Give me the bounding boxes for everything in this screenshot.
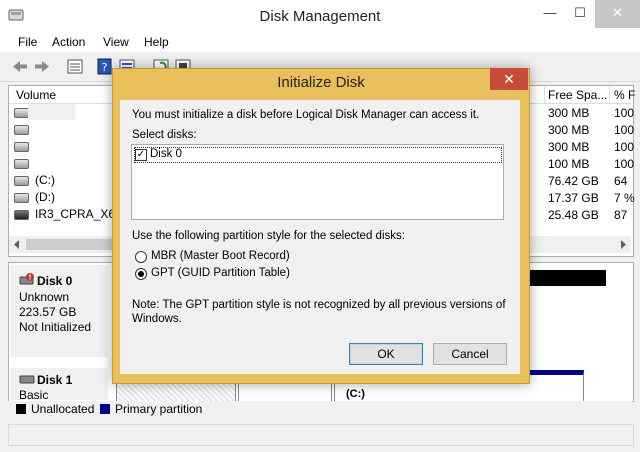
volume-icon [14, 175, 29, 186]
gpt-radio-selected-dot [138, 271, 144, 277]
column-percent-free[interactable]: % F [614, 88, 635, 102]
legend-unallocated: Unallocated [31, 402, 95, 416]
free-space-cell: 300 MB [548, 123, 590, 137]
free-space-cell: 100 MB [548, 157, 590, 171]
menu-action[interactable]: Action [52, 35, 85, 49]
disk-warning-icon [19, 273, 34, 285]
close-button[interactable]: ✕ [595, 0, 640, 28]
maximize-button[interactable]: ☐ [565, 0, 595, 28]
disk-icon [19, 375, 35, 384]
mbr-label[interactable]: MBR (Master Boot Record) [151, 250, 290, 262]
cancel-button[interactable]: Cancel [433, 343, 507, 365]
free-space-cell: 17.37 GB [548, 191, 599, 205]
minimize-button[interactable]: — [535, 0, 565, 28]
percent-free-cell: 100 [614, 140, 635, 154]
scroll-right-icon[interactable] [619, 240, 628, 249]
volume-icon [14, 141, 29, 152]
column-volume[interactable]: Volume [16, 88, 56, 102]
gpt-note-line-2: Windows. [132, 313, 182, 325]
legend-primary: Primary partition [115, 402, 203, 416]
volume-name-placeholder [28, 104, 75, 120]
disk-0-item-label: Disk 0 [150, 148, 182, 160]
percent-free-cell: 100 [614, 123, 635, 137]
free-space-cell: 76.42 GB [548, 174, 599, 188]
free-space-cell: 300 MB [548, 106, 590, 120]
percent-free-cell: 7 % [614, 191, 635, 205]
legend-swatch-unallocated [16, 404, 26, 414]
column-separator[interactable] [609, 86, 610, 103]
partition-block[interactable] [238, 382, 332, 402]
dialog-close-button[interactable]: ✕ [490, 68, 528, 90]
table-row[interactable] [14, 156, 35, 172]
volume-icon [14, 107, 29, 118]
menu-help[interactable]: Help [144, 35, 169, 49]
partition-block[interactable] [116, 382, 236, 402]
column-free-space[interactable]: Free Spa... [548, 88, 607, 102]
table-row[interactable] [14, 122, 35, 138]
select-disks-label: Select disks: [132, 129, 197, 141]
menu-bar [0, 32, 640, 52]
volume-icon [14, 124, 29, 135]
drive-icon [14, 209, 29, 220]
ok-button[interactable]: OK [349, 343, 423, 365]
disk-0-status: Not Initialized [19, 320, 92, 334]
legend-swatch-primary [100, 404, 110, 414]
disk-list-item-disk-0[interactable] [134, 147, 502, 163]
disk-0-size: 223.57 GB [19, 305, 77, 319]
table-row[interactable]: (D:) [14, 190, 55, 206]
unallocated-bar[interactable] [528, 270, 606, 286]
disk-0-name: Disk 0 [37, 274, 73, 288]
scroll-left-icon[interactable] [12, 240, 21, 249]
gpt-label[interactable]: GPT (GUID Partition Table) [151, 267, 290, 279]
menu-file[interactable]: File [18, 35, 37, 49]
free-space-cell: 25.48 GB [548, 208, 599, 222]
disk-1-type: Basic [19, 388, 49, 402]
back-arrow-icon[interactable] [11, 58, 29, 75]
mbr-radio[interactable] [135, 251, 147, 263]
percent-free-cell: 100 [614, 157, 635, 171]
partition-style-label: Use the following partition style for th… [132, 230, 405, 242]
dialog-title: Initialize Disk [277, 74, 365, 91]
dialog-intro-text: You must initialize a disk before Logica… [132, 109, 480, 121]
volume-icon [14, 192, 29, 203]
forward-arrow-icon[interactable] [33, 58, 51, 75]
column-separator[interactable] [544, 86, 545, 103]
scrollbar-thumb[interactable] [26, 239, 116, 250]
disk-1-name: Disk 1 [37, 373, 73, 387]
status-bar [8, 424, 634, 446]
disk-0-checkbox[interactable]: ✓ [135, 149, 147, 161]
properties-icon[interactable] [66, 58, 84, 75]
volume-icon [14, 158, 29, 169]
partition-c-label: (C:) [346, 388, 365, 400]
menu-view[interactable]: View [103, 35, 129, 49]
gpt-note-line-1: Note: The GPT partition style is not rec… [132, 299, 506, 311]
percent-free-cell: 64 [614, 174, 628, 188]
disk-0-type: Unknown [19, 290, 70, 304]
svg-text:?: ? [102, 61, 108, 74]
table-row[interactable]: (C:) [14, 173, 55, 189]
percent-free-cell: 87 [614, 208, 628, 222]
percent-free-cell: 100 [614, 106, 635, 120]
free-space-cell: 300 MB [548, 140, 590, 154]
table-row[interactable] [14, 139, 35, 155]
